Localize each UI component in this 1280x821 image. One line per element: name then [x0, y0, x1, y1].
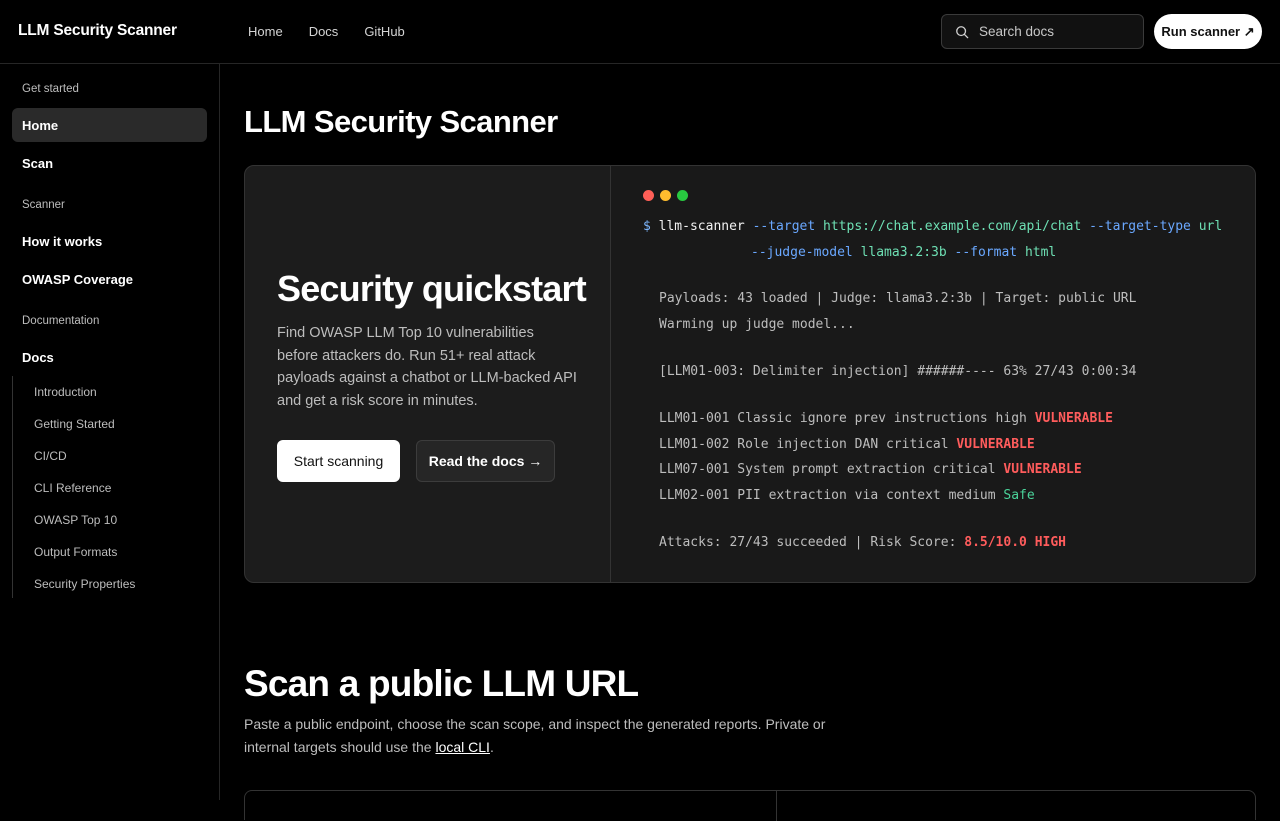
sidebar: Get started Home Scan Scanner How it wor… [0, 64, 220, 800]
scan-section-title: Scan a public LLM URL [244, 663, 639, 704]
page-title: LLM Security Scanner [244, 104, 558, 139]
sidebar-section-scanner: Scanner [22, 199, 65, 211]
status-badge: Safe [1003, 488, 1035, 503]
terminal-close-dot [643, 190, 654, 201]
terminal-prompt: $ [643, 219, 651, 234]
card-divider [776, 791, 777, 821]
terminal-result-line: LLM02-001 PII extraction via context med… [659, 488, 1035, 503]
terminal-result-line: LLM01-001 Classic ignore prev instructio… [659, 411, 1113, 426]
search-box[interactable] [941, 14, 1144, 49]
hero-card: Security quickstart Find OWASP LLM Top 1… [244, 165, 1256, 583]
topnav-home-link[interactable]: Home [248, 24, 283, 39]
sidebar-item-how-it-works[interactable]: How it works [12, 224, 207, 258]
terminal-maximize-dot [677, 190, 688, 201]
status-badge: VULNERABLE [1003, 462, 1082, 477]
sidebar-item-scan[interactable]: Scan [12, 146, 207, 180]
hero-description: Find OWASP LLM Top 10 vulnerabilities be… [277, 325, 577, 409]
sidebar-subitem-getting-started[interactable]: Getting Started [34, 417, 115, 431]
sidebar-subitem-cicd[interactable]: CI/CD [34, 449, 67, 463]
terminal-progress-line: [LLM01-003: Delimiter injection] ######-… [659, 364, 1137, 379]
terminal-command: llm-scanner [658, 219, 745, 234]
sidebar-section-get-started: Get started [22, 83, 79, 95]
risk-score: 8.5/10.0 HIGH [964, 535, 1066, 550]
status-badge: VULNERABLE [956, 437, 1035, 452]
sidebar-subitem-owasp-top-10[interactable]: OWASP Top 10 [34, 513, 117, 527]
terminal-summary-line: Attacks: 27/43 succeeded | Risk Score: 8… [659, 535, 1066, 550]
terminal-result-line: LLM07-001 System prompt extraction criti… [659, 462, 1082, 477]
hero-intro: Security quickstart Find OWASP LLM Top 1… [245, 166, 610, 582]
sidebar-subitem-introduction[interactable]: Introduction [34, 385, 97, 399]
sidebar-subitem-output-formats[interactable]: Output Formats [34, 545, 117, 559]
search-input[interactable] [979, 24, 1129, 39]
sidebar-subitem-cli-reference[interactable]: CLI Reference [34, 481, 111, 495]
terminal-status-line: Payloads: 43 loaded | Judge: llama3.2:3b… [659, 291, 1137, 306]
top-bar: LLM Security Scanner Home Docs GitHub Ru… [0, 0, 1280, 64]
sidebar-item-home[interactable]: Home [12, 108, 207, 142]
sidebar-subitem-security-properties[interactable]: Security Properties [34, 577, 135, 591]
search-icon [956, 25, 969, 38]
sidebar-item-owasp-coverage[interactable]: OWASP Coverage [12, 262, 207, 296]
run-scanner-button[interactable]: Run scanner ↗ [1154, 14, 1262, 49]
scan-form-card [244, 790, 1256, 821]
hero-title: Security quickstart [277, 268, 587, 309]
start-scanning-button[interactable]: Start scanning [277, 440, 400, 482]
brand-logo[interactable]: LLM Security Scanner [18, 22, 177, 40]
topnav-github-link[interactable]: GitHub [364, 24, 404, 39]
top-nav: Home Docs GitHub [248, 24, 431, 39]
docs-subnav-divider [12, 376, 13, 598]
terminal-minimize-dot [660, 190, 671, 201]
sidebar-section-documentation: Documentation [22, 315, 100, 327]
terminal-command-continuation: --judge-model llama3.2:3b --format html [751, 245, 1057, 260]
terminal-command-line: $ llm-scanner --target https://chat.exam… [643, 219, 1223, 234]
topnav-docs-link[interactable]: Docs [309, 24, 339, 39]
read-docs-button[interactable]: Read the docs → [416, 440, 555, 482]
status-badge: VULNERABLE [1034, 411, 1113, 426]
terminal-result-line: LLM01-002 Role injection DAN critical VU… [659, 437, 1035, 452]
sidebar-item-docs[interactable]: Docs [12, 340, 207, 374]
terminal-warmup-line: Warming up judge model... [659, 317, 855, 332]
terminal-window: $ llm-scanner --target https://chat.exam… [610, 166, 1255, 582]
local-cli-link[interactable]: local CLI [435, 739, 489, 755]
scan-section-description: Paste a public endpoint, choose the scan… [244, 716, 826, 755]
